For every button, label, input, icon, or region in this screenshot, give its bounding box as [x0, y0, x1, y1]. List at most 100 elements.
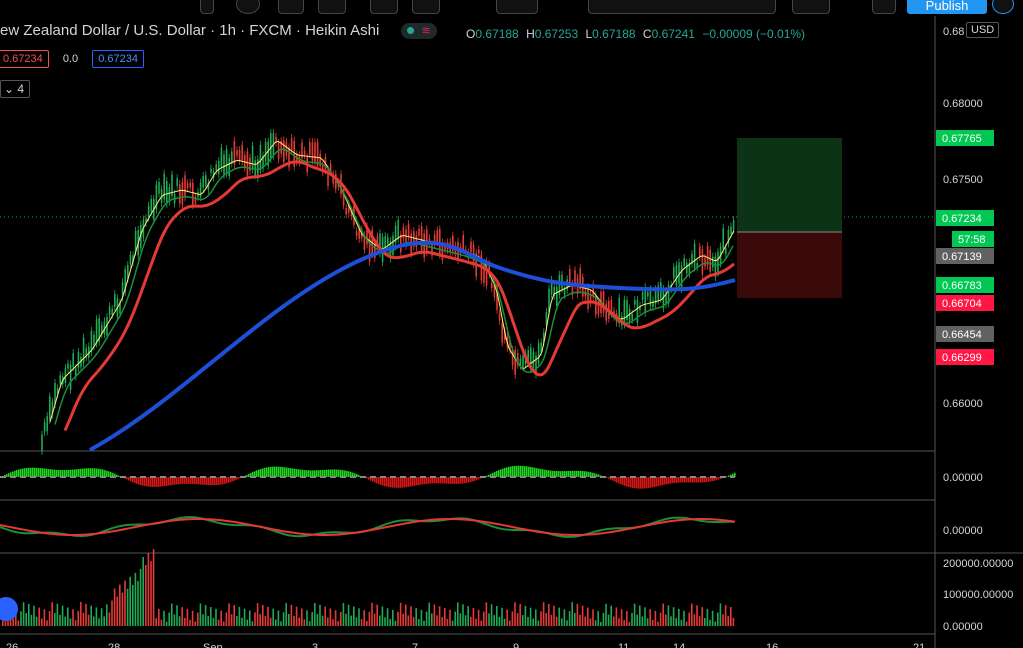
oscillator-bar: [142, 477, 144, 486]
oscillator-bar: [326, 469, 328, 477]
volume-axis-label: 0.00000: [943, 621, 983, 633]
oscillator-bar: [212, 477, 214, 486]
volume-bar: [477, 609, 480, 626]
candle-body: [704, 257, 706, 267]
candle-body: [147, 205, 150, 218]
oscillator-bar: [508, 466, 510, 477]
oscillator-bar: [76, 469, 78, 477]
oscillator-bar: [54, 469, 56, 477]
candle-body: [108, 306, 111, 316]
volume-bar: [243, 608, 246, 626]
oscillator-bar: [646, 477, 648, 489]
oscillator-bar: [194, 477, 196, 485]
oscillator-bar: [94, 468, 96, 477]
volume-bar: [732, 617, 735, 626]
oscillator-bar: [522, 465, 524, 477]
volume-bar: [12, 618, 14, 626]
volume-bar: [87, 614, 90, 626]
candle-body: [264, 142, 267, 162]
volume-bar: [17, 620, 20, 626]
volume-bar: [579, 614, 581, 626]
oscillator-bar: [380, 477, 382, 485]
oscillator-bar: [620, 477, 622, 485]
ema-fast-line: [49, 140, 735, 423]
volume-bar: [561, 618, 563, 626]
oscillator-bar: [368, 477, 370, 480]
volume-bar: [126, 588, 129, 626]
volume-bar: [308, 621, 311, 626]
oscillator-bar: [274, 466, 276, 477]
volume-bar: [701, 607, 703, 626]
volume-bar: [230, 614, 233, 626]
time-tick-label: 16: [766, 642, 778, 648]
oscillator-bar: [628, 477, 630, 488]
candle-body: [522, 355, 524, 367]
candle-body: [400, 234, 402, 253]
volume-bar: [698, 616, 701, 626]
oscillator-bar: [514, 465, 516, 477]
oscillator-bar: [88, 468, 90, 477]
time-axis[interactable]: 26 28 Sep 3 7 9 11 14 16 21: [6, 642, 925, 648]
oscillator-bar: [538, 468, 540, 477]
volume-bar: [95, 607, 98, 626]
oscillator-bar: [396, 477, 398, 488]
oscillator-bar: [458, 477, 460, 484]
oscillator-bar: [632, 477, 634, 488]
volume-bar: [490, 604, 493, 626]
price-label-text: 0.66783: [942, 280, 982, 292]
volume-bar: [93, 616, 95, 626]
volume-bar: [119, 584, 121, 626]
oscillator-bar: [606, 477, 608, 478]
price-axis[interactable]: 0.680000.675000.665000.660000.680.677650…: [936, 26, 1013, 633]
candle-body: [163, 173, 165, 200]
volume-bar: [392, 610, 394, 626]
oscillator-bar: [634, 477, 636, 489]
oscillator-bar: [658, 477, 660, 486]
oscillator-bar: [426, 477, 428, 484]
volume-bar: [462, 604, 464, 626]
oscillator-bar: [386, 477, 388, 487]
candle-body: [311, 142, 314, 161]
volume-bar: [545, 613, 547, 626]
volume-bar: [168, 612, 170, 626]
oscillator-bar: [60, 469, 62, 477]
price-chart[interactable]: 0.680000.675000.665000.660000.680.677650…: [0, 0, 1023, 648]
volume-bar: [652, 620, 654, 626]
oscillator-bar: [164, 477, 166, 487]
volume-bar: [386, 608, 389, 626]
price-tick-label: 0.67500: [943, 174, 983, 186]
oscillator-bar: [616, 477, 618, 483]
oscillator-bar: [266, 467, 268, 477]
volume-bar: [220, 610, 222, 626]
oscillator-bar: [258, 469, 260, 477]
candle-body: [69, 364, 72, 390]
volume-bar: [389, 619, 391, 626]
oscillator-bar: [568, 470, 570, 477]
oscillator-bar: [262, 468, 264, 477]
volume-bar: [33, 605, 35, 626]
volume-bar: [485, 602, 488, 626]
oscillator-bar: [126, 477, 128, 480]
oscillator-bar: [192, 477, 194, 485]
volume-bar: [142, 557, 144, 626]
volume-bar: [618, 618, 620, 626]
volume-bar: [74, 620, 77, 626]
candle-body: [236, 150, 238, 156]
candle-body: [220, 147, 223, 169]
volume-bar: [542, 602, 545, 626]
ema-slow-line: [63, 160, 735, 432]
candle-body: [202, 175, 204, 188]
oscillator-bar: [382, 477, 384, 486]
oscillator-bar: [576, 470, 578, 477]
volume-bar: [233, 605, 235, 626]
volume-bar: [256, 603, 259, 626]
candle-body: [623, 299, 626, 325]
oscillator-bar: [528, 466, 530, 477]
volume-bar: [454, 611, 456, 626]
oscillator-bar: [308, 470, 310, 477]
price-tick-label: 0.68000: [943, 98, 983, 110]
oscillator-bar: [222, 477, 224, 485]
candle-body: [95, 319, 98, 344]
candle-body: [675, 265, 678, 286]
oscillator-bar: [476, 477, 478, 481]
